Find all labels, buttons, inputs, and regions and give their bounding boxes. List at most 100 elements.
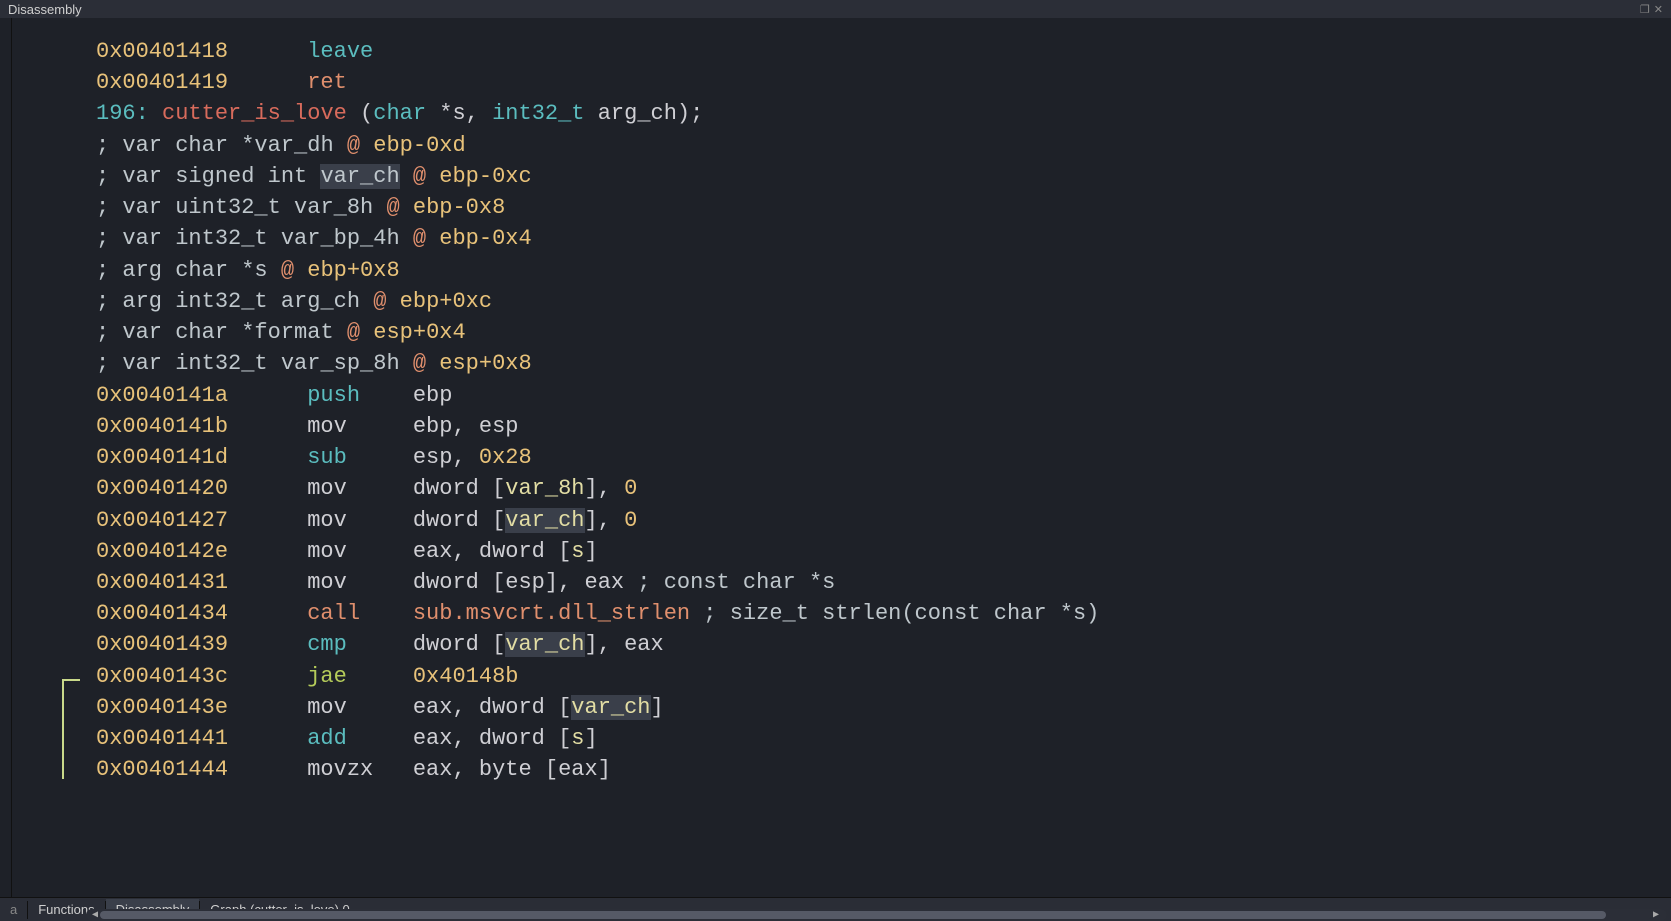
mnemonic: sub [307, 445, 413, 470]
scroll-thumb[interactable] [100, 911, 1606, 919]
operand: var_ch [505, 508, 584, 533]
operand: , [558, 570, 584, 595]
operand: 0x28 [479, 445, 532, 470]
address: 0x00401418 [96, 39, 307, 64]
mnemonic: mov [307, 695, 413, 720]
operand: eax [624, 632, 664, 657]
operand: , [598, 632, 624, 657]
var-decl[interactable]: ; var int32_t var_sp_8h @ esp+0x8 [96, 348, 1671, 379]
operand: var_ch [571, 695, 650, 720]
disassembly-view[interactable]: 0x00401418 leave 0x00401419 ret 196: cut… [86, 18, 1671, 897]
var-decl[interactable]: ; arg char *s @ ebp+0x8 [96, 255, 1671, 286]
asm-line[interactable]: 0x00401444 movzx eax, byte [eax] [96, 754, 1671, 785]
address: 0x00401441 [96, 726, 307, 751]
operand: dword [479, 726, 558, 751]
var-name: var_ch [320, 164, 399, 189]
gutter-left [0, 18, 12, 897]
operand: dword [413, 476, 492, 501]
operand: 0 [624, 508, 637, 533]
asm-line[interactable]: 0x0040141a push ebp [96, 380, 1671, 411]
panel-title: Disassembly [8, 2, 82, 17]
operand: esp [413, 445, 453, 470]
operand: s [571, 539, 584, 564]
operand: s [571, 726, 584, 751]
operand: ] [598, 757, 611, 782]
operand: ebp [413, 383, 453, 408]
operand: dword [413, 570, 492, 595]
asm-line[interactable]: 0x00401418 leave [96, 36, 1671, 67]
operand: [ [492, 570, 505, 595]
operand: , [452, 757, 478, 782]
address: 0x00401427 [96, 508, 307, 533]
mnemonic: mov [307, 570, 413, 595]
operand: [ [492, 508, 505, 533]
scroll-right-icon[interactable]: ▶ [1653, 909, 1661, 921]
operand: , [452, 539, 478, 564]
asm-line[interactable]: 0x0040141d sub esp, 0x28 [96, 442, 1671, 473]
var-decl[interactable]: ; var char *format @ esp+0x4 [96, 317, 1671, 348]
panel-titlebar: Disassembly ❐ ✕ [0, 0, 1671, 18]
address: 0x0040141a [96, 383, 307, 408]
horizontal-scrollbar[interactable]: ◀ ▶ [86, 909, 1667, 921]
asm-line[interactable]: 0x00401439 cmp dword [var_ch], eax [96, 629, 1671, 660]
asm-line[interactable]: 0x0040143c jae 0x40148b [96, 661, 1671, 692]
operand: byte [479, 757, 545, 782]
mnemonic: add [307, 726, 413, 751]
operand: var_8h [505, 476, 584, 501]
asm-line[interactable]: 0x00401431 mov dword [esp], eax ; const … [96, 567, 1671, 598]
asm-line[interactable]: 0x00401420 mov dword [var_8h], 0 [96, 473, 1671, 504]
inline-comment: ; size_t strlen(const char *s) [690, 601, 1099, 626]
asm-line[interactable]: 0x0040143e mov eax, dword [var_ch] [96, 692, 1671, 723]
asm-line[interactable]: 0x00401434 call sub.msvcrt.dll_strlen ; … [96, 598, 1671, 629]
address: 0x00401419 [96, 70, 307, 95]
operand: ebp [413, 414, 453, 439]
detach-icon[interactable]: ❐ [1640, 3, 1650, 16]
scroll-left-icon[interactable]: ◀ [92, 909, 100, 921]
mnemonic: movzx [307, 757, 413, 782]
operand: eax [413, 539, 453, 564]
operand: ] [585, 508, 598, 533]
asm-line[interactable]: 0x00401419 ret [96, 67, 1671, 98]
operand: var_ch [505, 632, 584, 657]
address: 0x0040141d [96, 445, 307, 470]
var-decl[interactable]: ; var char *var_dh @ ebp-0xd [96, 130, 1671, 161]
function-name: cutter_is_love [162, 101, 347, 126]
jump-gutter [12, 18, 86, 897]
operand: ] [585, 726, 598, 751]
close-icon[interactable]: ✕ [1654, 3, 1663, 16]
var-decl[interactable]: ; var uint32_t var_8h @ ebp-0x8 [96, 192, 1671, 223]
asm-line[interactable]: 0x00401441 add eax, dword [s] [96, 723, 1671, 754]
operand: ] [585, 632, 598, 657]
mnemonic: ret [307, 70, 413, 95]
mnemonic: jae [307, 664, 413, 689]
address: 0x0040141b [96, 414, 307, 439]
operand: esp [479, 414, 519, 439]
mnemonic: mov [307, 539, 413, 564]
jump-target: 0x40148b [413, 664, 519, 689]
mnemonic: leave [307, 39, 413, 64]
var-decl[interactable]: ; var int32_t var_bp_4h @ ebp-0x4 [96, 223, 1671, 254]
operand: [ [558, 726, 571, 751]
address: 0x00401434 [96, 601, 307, 626]
mnemonic: push [307, 383, 413, 408]
var-decl[interactable]: ; var signed int var_ch @ ebp-0xc [96, 161, 1671, 192]
function-size: 196: [96, 101, 162, 126]
operand: , [452, 445, 478, 470]
mnemonic: mov [307, 508, 413, 533]
scroll-track[interactable] [100, 911, 1653, 919]
operand: , [598, 476, 624, 501]
inline-comment: ; const char *s [624, 570, 835, 595]
operand: [ [558, 539, 571, 564]
asm-line[interactable]: 0x0040142e mov eax, dword [s] [96, 536, 1671, 567]
asm-line[interactable]: 0x0040141b mov ebp, esp [96, 411, 1671, 442]
mnemonic: call [307, 601, 413, 626]
address: 0x00401420 [96, 476, 307, 501]
operand: , [452, 695, 478, 720]
var-decl[interactable]: ; arg int32_t arg_ch @ ebp+0xc [96, 286, 1671, 317]
jump-arrow [62, 679, 80, 779]
operand: eax [413, 726, 453, 751]
operand: [ [545, 757, 558, 782]
tab-cut-left[interactable]: a [0, 899, 27, 920]
function-header[interactable]: 196: cutter_is_love (char *s, int32_t ar… [96, 98, 1671, 129]
asm-line[interactable]: 0x00401427 mov dword [var_ch], 0 [96, 505, 1671, 536]
